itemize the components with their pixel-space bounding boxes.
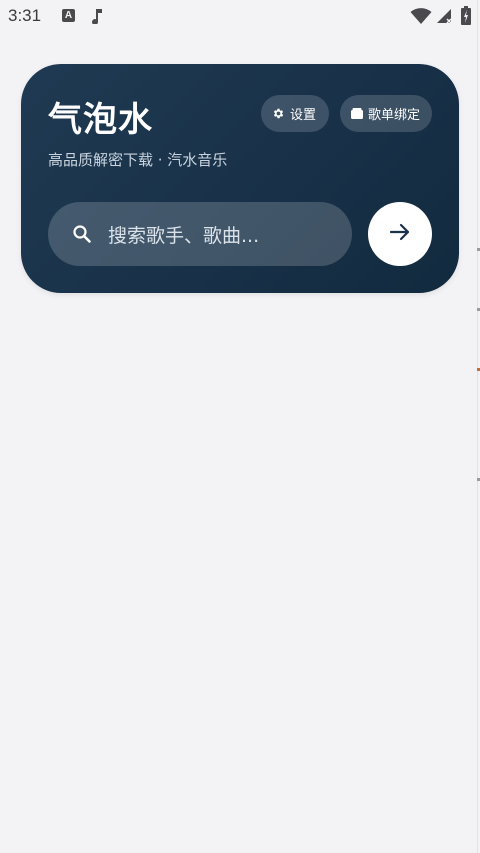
search-placeholder: 搜索歌手、歌曲...	[108, 224, 260, 247]
wifi-icon	[410, 8, 432, 29]
hero-card: 气泡水 高品质解密下载 · 汽水音乐 设置 歌单绑定 搜索歌手、歌曲...	[21, 64, 459, 293]
search-input[interactable]: 搜索歌手、歌曲...	[48, 202, 352, 266]
search-icon	[72, 224, 92, 244]
status-bar: 3:31 A	[0, 0, 480, 34]
font-a-icon: A	[62, 9, 75, 22]
search-go-button[interactable]	[368, 202, 432, 266]
gear-icon	[272, 107, 285, 120]
status-time: 3:31	[8, 6, 42, 25]
arrow-right-icon	[388, 220, 412, 248]
right-edge-overlay	[476, 0, 480, 853]
settings-label: 设置	[290, 108, 317, 123]
playlist-bind-label: 歌单绑定	[368, 108, 421, 123]
playlist-bind-button[interactable]: 歌单绑定	[340, 95, 432, 132]
folder-icon	[351, 108, 363, 119]
settings-button[interactable]: 设置	[261, 95, 329, 132]
app-title: 气泡水	[48, 100, 153, 140]
battery-charging-icon	[461, 6, 471, 29]
music-note-icon	[90, 8, 104, 28]
app-subtitle: 高品质解密下载 · 汽水音乐	[48, 151, 228, 169]
signal-icon	[436, 8, 452, 28]
